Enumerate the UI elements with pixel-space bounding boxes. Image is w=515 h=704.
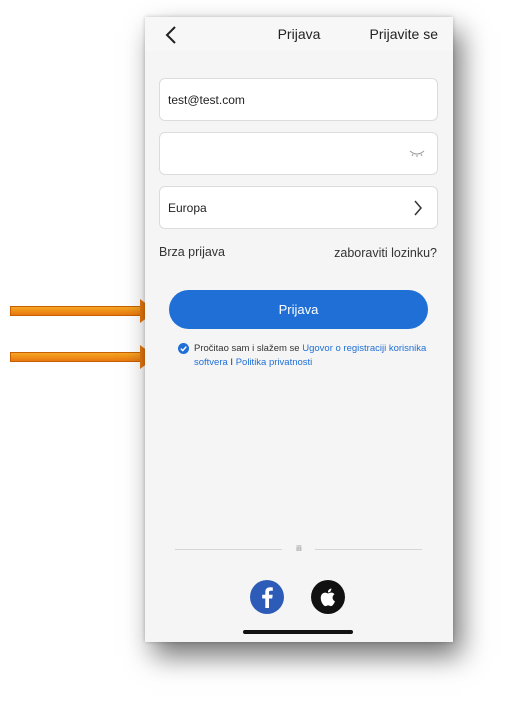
annotation-arrow-login [10, 299, 156, 323]
forgot-password-link[interactable]: zaboraviti lozinku? [334, 246, 437, 260]
facebook-icon[interactable] [250, 580, 284, 614]
region-select[interactable]: Europa [159, 186, 438, 229]
phone-screen: Prijava Prijavite se Europa Brza prijava… [145, 17, 453, 642]
quick-login-link[interactable]: Brza prijava [159, 245, 225, 259]
password-field[interactable] [159, 132, 438, 175]
agreement-prefix: Pročitao sam i slažem se [194, 343, 303, 354]
agreement-separator: I [227, 357, 236, 368]
eye-closed-icon[interactable] [409, 146, 425, 160]
divider-label: ili [296, 543, 302, 553]
email-field[interactable] [159, 78, 438, 121]
agreement-text: Pročitao sam i slažem se Ugovor o regist… [177, 342, 435, 370]
chevron-right-icon [414, 200, 422, 216]
divider-right [315, 549, 422, 550]
email-input[interactable] [160, 79, 400, 120]
password-input[interactable] [160, 133, 400, 174]
region-value: Europa [168, 201, 207, 215]
login-button[interactable]: Prijava [169, 290, 428, 329]
privacy-link[interactable]: Politika privatnosti [236, 357, 313, 368]
register-link[interactable]: Prijavite se [370, 26, 438, 42]
annotation-arrow-agreement [10, 345, 156, 369]
apple-icon[interactable] [311, 580, 345, 614]
top-bar: Prijava Prijavite se [145, 17, 453, 51]
home-indicator [243, 630, 353, 634]
